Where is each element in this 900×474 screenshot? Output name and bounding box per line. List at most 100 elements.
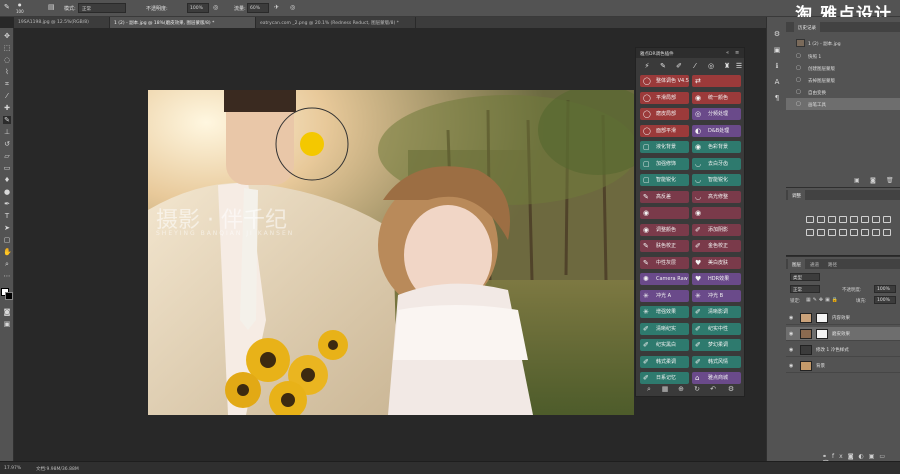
history-delete-icon[interactable]: 🗑 — [886, 177, 894, 184]
tab-paths[interactable]: 路径 — [824, 259, 841, 269]
lasso-tool-icon[interactable]: ◌ — [3, 56, 11, 64]
plugin-button[interactable]: ✐ 日系记忆 — [640, 372, 689, 384]
airbrush-icon[interactable]: ✈ — [274, 4, 279, 11]
plugin-button[interactable]: ◉ — [692, 207, 741, 219]
stamp-icon[interactable]: ♜ — [722, 61, 732, 71]
fill-input[interactable]: 100% — [874, 296, 896, 304]
adjustment-layer-icon[interactable] — [828, 229, 836, 236]
blur-tool-icon[interactable]: ♦ — [3, 176, 11, 184]
gradient-tool-icon[interactable]: ▭ — [3, 164, 11, 172]
camera-icon[interactable]: ◙ — [870, 177, 876, 184]
plugin-button[interactable]: ✐ 韩式风情 — [692, 355, 741, 368]
plugin-button[interactable]: ◯ 整体调色 V4.5 — [640, 75, 689, 87]
lock-icons[interactable]: ▦✎✥▣🔒 — [806, 297, 840, 303]
shape-tool-icon[interactable]: ▢ — [3, 236, 11, 244]
stamp-tool-icon[interactable]: ⊥ — [3, 128, 11, 136]
layer-mask-thumbnail[interactable] — [816, 313, 828, 323]
settings-icon[interactable]: ⚙ — [726, 385, 736, 395]
more-tools-icon[interactable]: ⋯ — [3, 272, 11, 280]
tab-adjustments[interactable]: 调整 — [788, 190, 805, 200]
plugin-button[interactable]: ◉ 统一颜色 — [692, 91, 741, 104]
tab-history[interactable]: 历史记录 — [794, 22, 820, 32]
brush-preset-picker[interactable]: ● — [18, 2, 22, 7]
plugin-button[interactable]: ✳ 冲光 A — [640, 289, 689, 302]
adjustment-layer-icon[interactable] — [872, 229, 880, 236]
plugin-button[interactable]: ⌂ 雅点商城 — [692, 372, 741, 384]
plugin-button[interactable]: ✎ 中性灰层 — [640, 256, 689, 269]
collapse-icon[interactable]: « — [726, 50, 732, 56]
tab-doc-3[interactable]: eatrycan.com _2.png @ 20.1% (Redness Red… — [256, 17, 416, 28]
mode-select[interactable]: 正常 — [78, 3, 126, 13]
history-panel-icon[interactable]: ⚙ — [772, 29, 782, 39]
brush-panel-icon[interactable]: ▣ — [772, 45, 782, 55]
history-item[interactable]: ▢ 去掉图层蒙版 — [786, 74, 900, 86]
zoom-tool-icon[interactable]: ⌕ — [3, 260, 11, 268]
adjustment-layer-icon[interactable] — [817, 216, 825, 223]
plugin-button[interactable]: ◉ — [640, 207, 689, 219]
adjustment-layer-icon[interactable] — [839, 229, 847, 236]
plugin-button[interactable]: ✐ 纪实中性 — [692, 322, 741, 335]
plus-icon[interactable]: ⊕ — [676, 385, 686, 395]
eyedrop-icon[interactable]: ⁄ — [690, 61, 700, 71]
screen-mode-icon[interactable]: ▣ — [3, 320, 11, 328]
adjustment-layer-icon[interactable] — [883, 216, 891, 223]
adjustment-layer-icon[interactable] — [839, 216, 847, 223]
plugin-button[interactable]: ◯ 平滑局部 — [640, 91, 689, 104]
plugin-button[interactable]: ◎ 分频处理 — [692, 108, 741, 120]
type-tool-icon[interactable]: T — [3, 212, 11, 220]
tab-doc-2[interactable]: 1 (2) - 副本.jpg @ 18%(磨皮效果, 图层蒙版/8) * — [110, 17, 256, 28]
bars-icon[interactable]: ☰ — [734, 61, 744, 71]
reset-icon[interactable]: ↻ — [692, 385, 702, 395]
layer-filter-select[interactable]: 类型 — [790, 273, 820, 281]
plugin-button[interactable]: ✎ 高反差 — [640, 190, 689, 203]
adjustment-layer-icon[interactable] — [806, 229, 814, 236]
blend-mode-select[interactable]: 正常 — [790, 285, 820, 293]
plugin-button[interactable]: ◡ 高光修整 — [692, 190, 741, 203]
plugin-button[interactable]: ✐ 梦幻柔调 — [692, 339, 741, 351]
plugin-button[interactable]: ✐ 金色校正 — [692, 240, 741, 252]
flow-input[interactable]: 60% — [247, 3, 269, 13]
opacity-input[interactable]: 100% — [187, 3, 209, 13]
wedding-photo[interactable]: 摄影 · 伴千纪 SHEYING BANQIAN JI KANSEN — [148, 90, 634, 415]
hand-tool-icon[interactable]: ✋ — [3, 248, 12, 256]
layer-row[interactable]: ◉ 内容效果 — [786, 311, 900, 325]
layer-opacity-input[interactable]: 100% — [874, 285, 896, 293]
pressure-opacity-icon[interactable]: ◎ — [213, 4, 218, 11]
history-item[interactable]: ▢ 画笔工具 — [786, 98, 900, 110]
plugin-button[interactable]: ◡ 智能锐化 — [692, 174, 741, 186]
pen-tool-icon[interactable]: ✒ — [3, 200, 11, 208]
brush2-icon[interactable]: ✐ — [674, 61, 684, 71]
visibility-eye-icon[interactable]: ◉ — [789, 347, 793, 353]
plugin-button[interactable]: ♥ HDR效果 — [692, 273, 741, 285]
adjustment-layer-icon[interactable] — [817, 229, 825, 236]
adjustment-layer-icon[interactable] — [806, 216, 814, 223]
move-tool-icon[interactable]: ✥ — [3, 32, 11, 40]
dodge-tool-icon[interactable]: ● — [3, 188, 11, 196]
new-snapshot-icon[interactable]: ▣ — [854, 177, 860, 184]
plugin-button[interactable]: ✐ 纪实黑白 — [640, 339, 689, 351]
history-brush-icon[interactable]: ↺ — [3, 140, 11, 148]
plugin-button[interactable]: ✳ 冲光 B — [692, 289, 741, 302]
plugin-button[interactable]: ◉ 色彩背景 — [692, 141, 741, 153]
adjustment-layer-icon[interactable] — [883, 229, 891, 236]
brush-tool-icon[interactable]: ✎ — [3, 116, 11, 124]
paragraph-panel-icon[interactable]: ¶ — [772, 93, 782, 103]
history-snapshot[interactable]: 1 (2) - 副本.jpg — [786, 37, 900, 49]
plugin-button[interactable]: ✐ 清晰影调 — [692, 306, 741, 318]
visibility-eye-icon[interactable]: ◉ — [789, 363, 793, 369]
background-color-swatch[interactable] — [5, 292, 13, 300]
layer-row[interactable]: ◉ 背景 — [786, 359, 900, 373]
plugin-button[interactable]: ✺ Camera Raw — [640, 273, 689, 285]
plugin-button[interactable]: ◡ 去白牙齿 — [692, 157, 741, 170]
find-icon[interactable]: ⌕ — [644, 385, 654, 395]
quick-mask-icon[interactable]: ◙ — [3, 308, 11, 316]
path-select-tool-icon[interactable]: ➤ — [3, 224, 11, 232]
grid-icon[interactable]: ▦ — [660, 385, 670, 395]
wand-icon[interactable]: ⚡ — [642, 61, 652, 71]
marquee-tool-icon[interactable]: ⬚ — [3, 44, 11, 52]
tab-layers[interactable]: 图层 — [788, 259, 805, 269]
brush-icon[interactable]: ✎ — [658, 61, 668, 71]
plugin-button[interactable]: ✎ 肤色校正 — [640, 240, 689, 252]
tab-doc-1[interactable]: 19SA1198.jpg @ 12.5%(RGB/8) — [14, 17, 110, 28]
adjustment-layer-icon[interactable] — [850, 216, 858, 223]
